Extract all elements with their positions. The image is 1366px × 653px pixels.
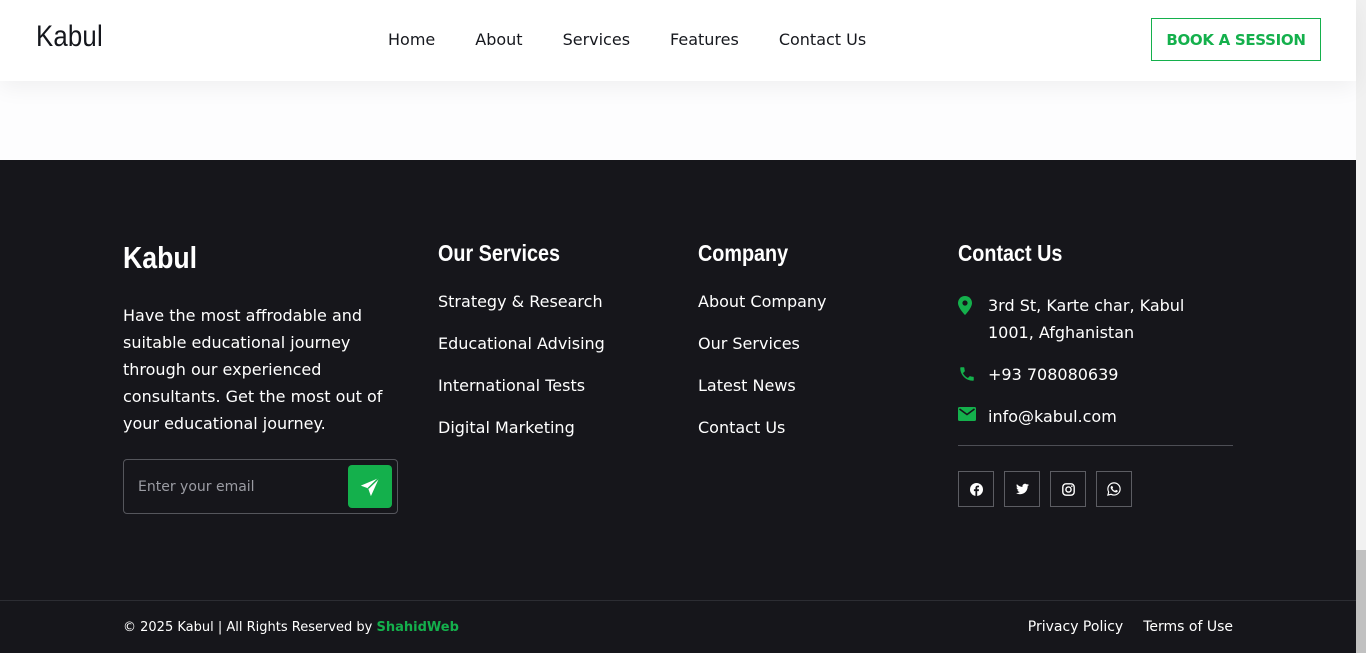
copyright-prefix: © 2025 Kabul | All Rights Reserved by xyxy=(123,620,377,635)
terms-of-use-link[interactable]: Terms of Use xyxy=(1143,619,1233,635)
site-footer: Kabul Have the most affrodable and suita… xyxy=(0,160,1356,653)
address-text: 3rd St, Karte char, Kabul 1001, Afghanis… xyxy=(988,296,1185,342)
newsletter-form xyxy=(123,459,398,514)
twitter-link[interactable] xyxy=(1004,471,1040,507)
service-link-tests[interactable]: International Tests xyxy=(438,376,678,396)
book-session-button[interactable]: BOOK A SESSION xyxy=(1151,18,1321,61)
email-input[interactable] xyxy=(138,474,338,500)
nav-home[interactable]: Home xyxy=(388,30,435,50)
subscribe-button[interactable] xyxy=(348,465,392,508)
company-link-services[interactable]: Our Services xyxy=(698,334,938,354)
service-link-strategy[interactable]: Strategy & Research xyxy=(438,292,678,312)
contact-address: 3rd St, Karte char, Kabul 1001, Afghanis… xyxy=(958,292,1233,346)
footer-logo[interactable]: Kabul xyxy=(123,240,364,276)
copyright-text: © 2025 Kabul | All Rights Reserved by Sh… xyxy=(123,620,459,635)
footer-brand-column: Kabul Have the most affrodable and suita… xyxy=(123,238,403,437)
footer-contact-column: Contact Us 3rd St, Karte char, Kabul 100… xyxy=(958,238,1233,507)
service-link-advising[interactable]: Educational Advising xyxy=(438,334,678,354)
footer-description: Have the most affrodable and suitable ed… xyxy=(123,306,383,433)
contact-details: 3rd St, Karte char, Kabul 1001, Afghanis… xyxy=(958,292,1233,430)
footer-bottom-bar: © 2025 Kabul | All Rights Reserved by Sh… xyxy=(0,600,1356,653)
paper-plane-icon xyxy=(360,476,380,496)
facebook-icon xyxy=(969,482,983,496)
twitter-icon xyxy=(1015,483,1029,495)
contact-email: info@kabul.com xyxy=(958,403,1233,430)
company-link-news[interactable]: Latest News xyxy=(698,376,938,396)
map-pin-icon xyxy=(958,296,972,315)
whatsapp-icon xyxy=(1107,482,1121,496)
contact-divider xyxy=(958,445,1233,446)
nav-features[interactable]: Features xyxy=(670,30,739,50)
scrollbar-thumb[interactable] xyxy=(1356,550,1366,653)
services-links: Strategy & Research Educational Advising… xyxy=(438,292,678,438)
service-link-marketing[interactable]: Digital Marketing xyxy=(438,418,678,438)
company-heading: Company xyxy=(698,240,789,266)
site-header: Kabul Home About Services Features Conta… xyxy=(0,0,1356,81)
company-link-contact[interactable]: Contact Us xyxy=(698,418,938,438)
footer-company-column: Company About Company Our Services Lates… xyxy=(698,238,938,460)
social-links xyxy=(958,471,1233,507)
whatsapp-link[interactable] xyxy=(1096,471,1132,507)
contact-heading: Contact Us xyxy=(958,240,1063,266)
privacy-policy-link[interactable]: Privacy Policy xyxy=(1028,619,1123,635)
page: Kabul Home About Services Features Conta… xyxy=(0,0,1356,653)
contact-phone: +93 708080639 xyxy=(958,361,1233,388)
site-logo[interactable]: Kabul xyxy=(36,20,103,54)
phone-text[interactable]: +93 708080639 xyxy=(988,361,1118,388)
company-links: About Company Our Services Latest News C… xyxy=(698,292,938,438)
credit-link[interactable]: ShahidWeb xyxy=(376,620,458,635)
services-heading: Our Services xyxy=(438,240,561,266)
instagram-link[interactable] xyxy=(1050,471,1086,507)
phone-icon xyxy=(960,367,974,381)
email-text[interactable]: info@kabul.com xyxy=(988,403,1117,430)
company-link-about[interactable]: About Company xyxy=(698,292,938,312)
instagram-icon xyxy=(1061,482,1075,496)
facebook-link[interactable] xyxy=(958,471,994,507)
main-nav: Home About Services Features Contact Us xyxy=(388,30,906,50)
envelope-icon xyxy=(958,407,976,421)
nav-about[interactable]: About xyxy=(475,30,522,50)
nav-services[interactable]: Services xyxy=(563,30,630,50)
nav-contact-us[interactable]: Contact Us xyxy=(779,30,866,50)
legal-links: Privacy Policy Terms of Use xyxy=(1008,619,1233,635)
footer-services-column: Our Services Strategy & Research Educati… xyxy=(438,238,678,460)
